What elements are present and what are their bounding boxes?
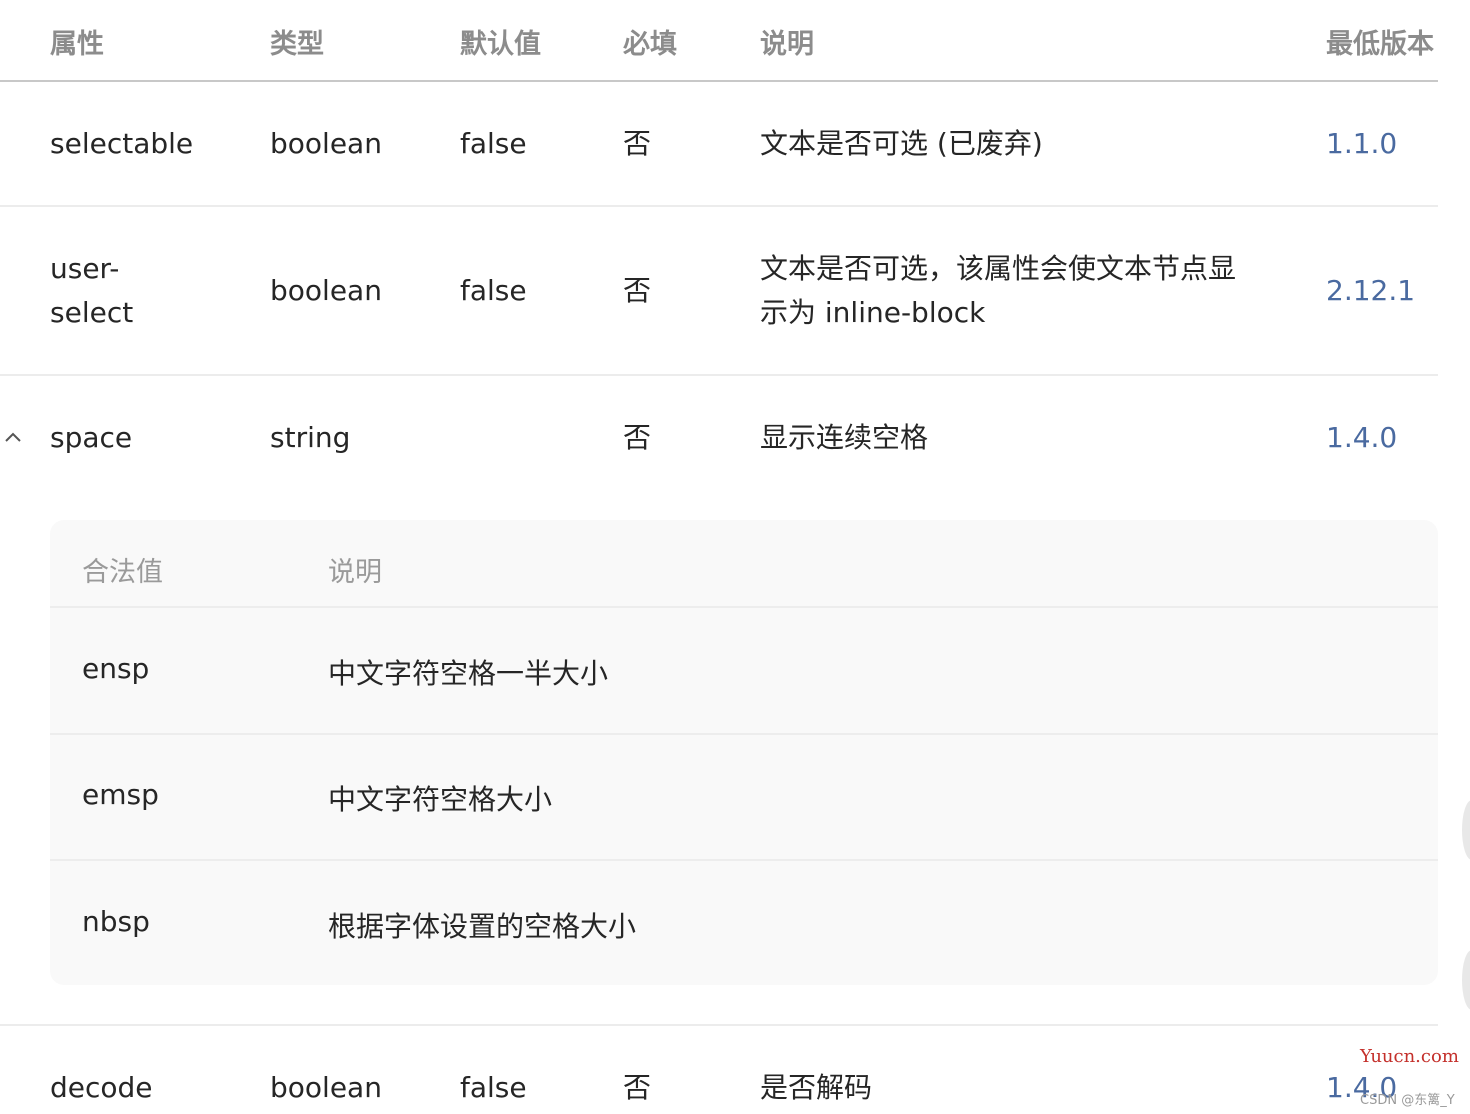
row-required: 否 (623, 421, 652, 454)
row-default: false (460, 1071, 527, 1104)
row-type: string (270, 421, 351, 454)
valid-value: nbsp (82, 905, 150, 938)
row-type: boolean (270, 127, 382, 160)
valid-values-table: 合法值 说明 ensp 中文字符空格一半大小 emsp 中文字符空格大小 nbs… (50, 520, 1438, 985)
row-version: 2.12.1 (1326, 274, 1416, 307)
row-desc-line2: 示为 inline-block (760, 296, 986, 329)
row-default: false (460, 274, 527, 307)
row-type: boolean (270, 274, 382, 307)
row-required: 否 (623, 127, 652, 160)
row-attr: space (50, 421, 133, 454)
watermark-credit: CSDN @东篱_Y (1360, 1093, 1455, 1108)
side-scroll-button[interactable] (1462, 800, 1470, 860)
subtable-divider (50, 859, 1438, 861)
side-scroll-button[interactable] (1462, 950, 1470, 1010)
chevron-up-icon[interactable] (3, 430, 23, 444)
subheader-value: 合法值 (82, 557, 163, 588)
valid-value-desc: 中文字符空格大小 (328, 783, 553, 816)
row-divider (0, 205, 1438, 207)
valid-value: emsp (82, 778, 159, 811)
subtable-divider (50, 606, 1438, 608)
row-desc: 文本是否可选 (已废弃) (760, 127, 1043, 160)
row-version: 1.4.0 (1326, 421, 1398, 454)
header-version: 最低版本 (1326, 29, 1434, 60)
valid-value-desc: 中文字符空格一半大小 (328, 657, 609, 690)
row-divider (0, 374, 1438, 376)
header-attr: 属性 (50, 29, 104, 60)
valid-value: ensp (82, 652, 150, 685)
header-default: 默认值 (460, 29, 541, 60)
row-required: 否 (623, 274, 652, 307)
valid-value-desc: 根据字体设置的空格大小 (328, 910, 637, 943)
header-divider (0, 80, 1438, 82)
row-attr: selectable (50, 127, 194, 160)
row-attr-line1: user- (50, 252, 120, 285)
row-default: false (460, 127, 527, 160)
row-type: boolean (270, 1071, 382, 1104)
row-desc: 是否解码 (760, 1071, 873, 1104)
row-desc-line1: 文本是否可选，该属性会使文本节点显 (760, 252, 1237, 285)
row-version: 1.1.0 (1326, 127, 1398, 160)
watermark-site: Yuucn.com (1360, 1046, 1459, 1067)
row-desc: 显示连续空格 (760, 421, 929, 454)
row-attr-line2: select (50, 296, 134, 329)
header-desc: 说明 (760, 29, 814, 60)
row-required: 否 (623, 1071, 652, 1104)
subtable-divider (50, 733, 1438, 735)
row-divider (0, 1024, 1438, 1026)
subheader-desc: 说明 (328, 557, 382, 588)
header-type: 类型 (270, 29, 324, 60)
header-required: 必填 (623, 29, 677, 60)
row-attr: decode (50, 1071, 153, 1104)
